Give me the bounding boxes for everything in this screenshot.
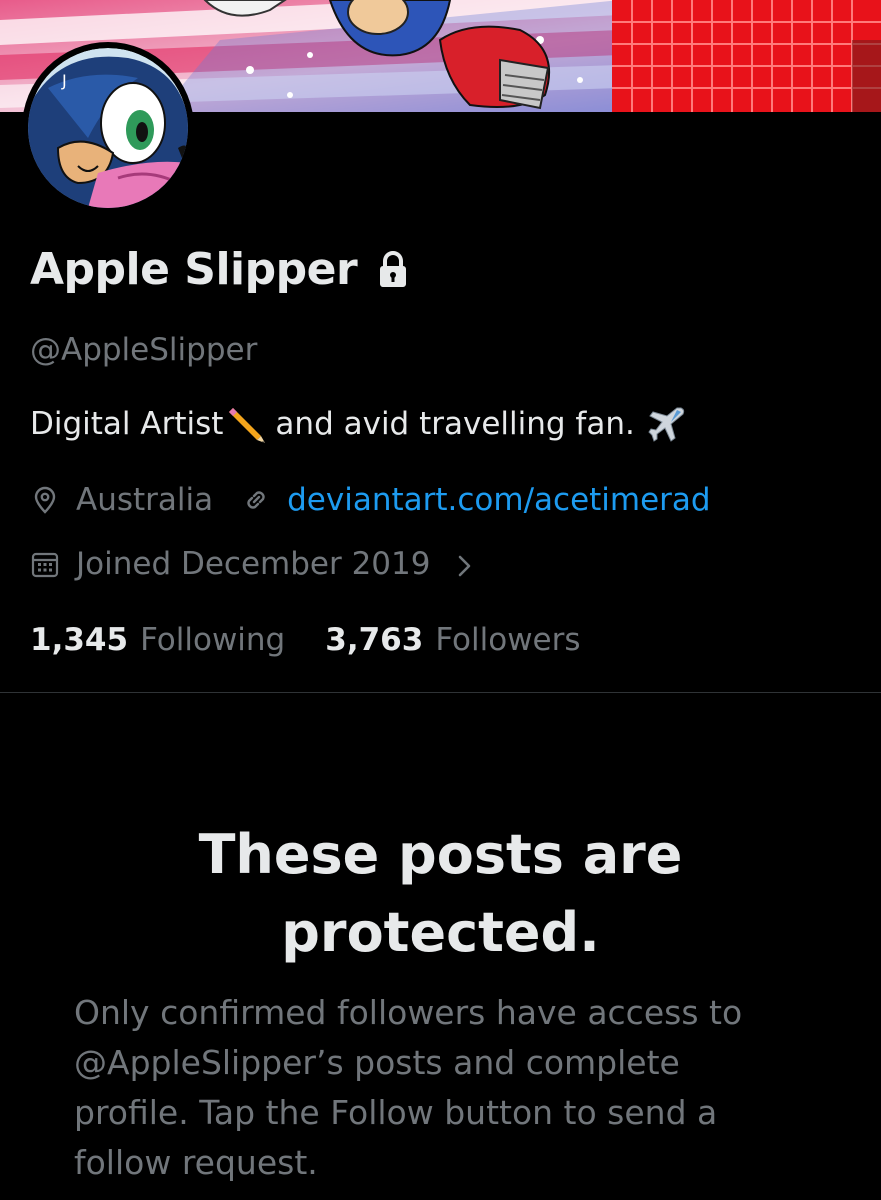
website-link-text[interactable]: deviantart.com/acetimerad — [287, 482, 710, 518]
svg-text:J: J — [61, 71, 67, 90]
followers-stat[interactable]: 3,763 Followers — [325, 622, 580, 658]
followers-count: 3,763 — [325, 622, 424, 658]
website-link[interactable]: deviantart.com/acetimerad — [241, 482, 711, 518]
chevron-right-icon — [456, 551, 474, 577]
avatar-artwork: J — [28, 48, 188, 208]
profile-meta-row: Australia deviantart.com/acetimerad — [30, 482, 739, 518]
location-text: Australia — [76, 482, 214, 518]
followers-label: Followers — [435, 622, 581, 658]
profile-page: J Apple Slipper @AppleSlipper Digital Ar… — [0, 0, 881, 1200]
following-label: Following — [140, 622, 286, 658]
bio: Digital Artist and avid travelling fan. — [30, 404, 695, 444]
airplane-emoji — [647, 404, 687, 444]
following-stat[interactable]: 1,345 Following — [30, 622, 285, 658]
bio-text-part1: Digital Artist — [30, 406, 224, 442]
bio-text-part2: and avid travelling fan. — [275, 406, 635, 442]
location-pin-icon — [30, 485, 60, 515]
protected-title-line1: These posts are — [198, 823, 683, 886]
following-count: 1,345 — [30, 622, 129, 658]
lock-icon — [377, 250, 409, 289]
protected-notice-title: These posts are protected. — [0, 816, 881, 972]
section-divider — [0, 692, 881, 693]
protected-notice-description: Only confirmed followers have access to … — [74, 993, 743, 1182]
location: Australia — [30, 482, 213, 518]
joined-row[interactable]: Joined December 2019 — [30, 546, 474, 582]
avatar[interactable]: J — [22, 42, 194, 214]
pencil-emoji — [227, 404, 267, 444]
display-name: Apple Slipper — [30, 244, 358, 295]
protected-title-line2: protected. — [281, 901, 600, 964]
follow-stats: 1,345 Following 3,763 Followers — [30, 622, 621, 658]
calendar-icon — [30, 549, 60, 579]
link-icon — [241, 485, 271, 515]
username-handle: @AppleSlipper — [30, 332, 258, 368]
joined-date-text: Joined December 2019 — [76, 546, 431, 582]
display-name-row: Apple Slipper — [30, 244, 409, 295]
